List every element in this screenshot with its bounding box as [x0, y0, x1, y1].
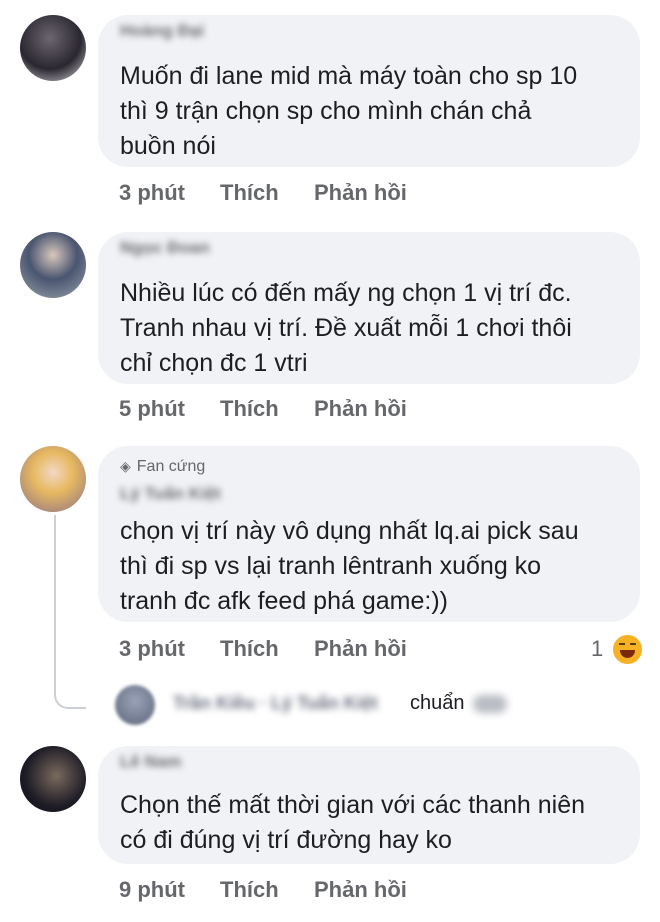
thread-line — [54, 515, 86, 709]
reply-text: chuẩn — [410, 692, 465, 714]
avatar[interactable] — [20, 446, 86, 512]
reply-button[interactable]: Phản hồi — [314, 396, 407, 422]
comment-author[interactable]: Hoàng Đại — [120, 21, 204, 41]
comment-bubble: Ngọc Đoan Nhiều lúc có đến mấy ng chọn 1… — [98, 232, 640, 384]
reply-button[interactable]: Phản hồi — [314, 877, 407, 903]
comment-text: Chọn thế mất thời gian với các thanh niê… — [120, 791, 586, 854]
comment-time[interactable]: 5 phút — [119, 396, 185, 422]
like-button[interactable]: Thích — [220, 396, 279, 422]
fan-badge-label: Fan cứng — [136, 458, 206, 475]
reply-button[interactable]: Phản hồi — [314, 180, 407, 206]
comment-text: Nhiều lúc có đến mấy ng chọn 1 vị trí đc… — [120, 279, 572, 377]
reply-preview[interactable]: Trần Kiều · Lý Tuấn Kiệt chuẩn — [115, 685, 535, 725]
comment-author[interactable]: Lê Nam — [120, 752, 181, 772]
like-button[interactable]: Thích — [220, 877, 279, 903]
avatar[interactable] — [20, 232, 86, 298]
comment-bubble: ◈ Fan cứng Lý Tuấn Kiệt chọn vị trí này v… — [98, 446, 640, 622]
like-button[interactable]: Thích — [220, 636, 279, 662]
fan-badge: ◈ Fan cứng — [120, 458, 205, 476]
comment-time[interactable]: 9 phút — [119, 877, 185, 903]
comment-bubble: Lê Nam Chọn thế mất thời gian với các th… — [98, 746, 640, 864]
reaction-count: 1 — [591, 636, 604, 661]
avatar — [115, 685, 155, 725]
comment-time[interactable]: 3 phút — [119, 180, 185, 206]
comment-time[interactable]: 3 phút — [119, 636, 185, 662]
haha-reaction-icon — [611, 633, 644, 666]
avatar[interactable] — [20, 746, 86, 812]
comment-author[interactable]: Lý Tuấn Kiệt — [120, 484, 221, 504]
reply-button[interactable]: Phản hồi — [314, 636, 407, 662]
comment-author[interactable]: Ngọc Đoan — [120, 238, 210, 258]
comment-text: chọn vị trí này vô dụng nhất lq.ai pick … — [120, 517, 579, 615]
diamond-icon: ◈ — [120, 458, 131, 474]
reply-author: Trần Kiều · Lý Tuấn Kiệt — [173, 693, 378, 713]
redacted-text — [473, 695, 507, 713]
comment-bubble: Hoàng Đại Muốn đi lane mid mà máy toàn c… — [98, 15, 640, 167]
comment-text: Muốn đi lane mid mà máy toàn cho sp 10 t… — [120, 62, 578, 160]
avatar[interactable] — [20, 15, 86, 81]
like-button[interactable]: Thích — [220, 180, 279, 206]
